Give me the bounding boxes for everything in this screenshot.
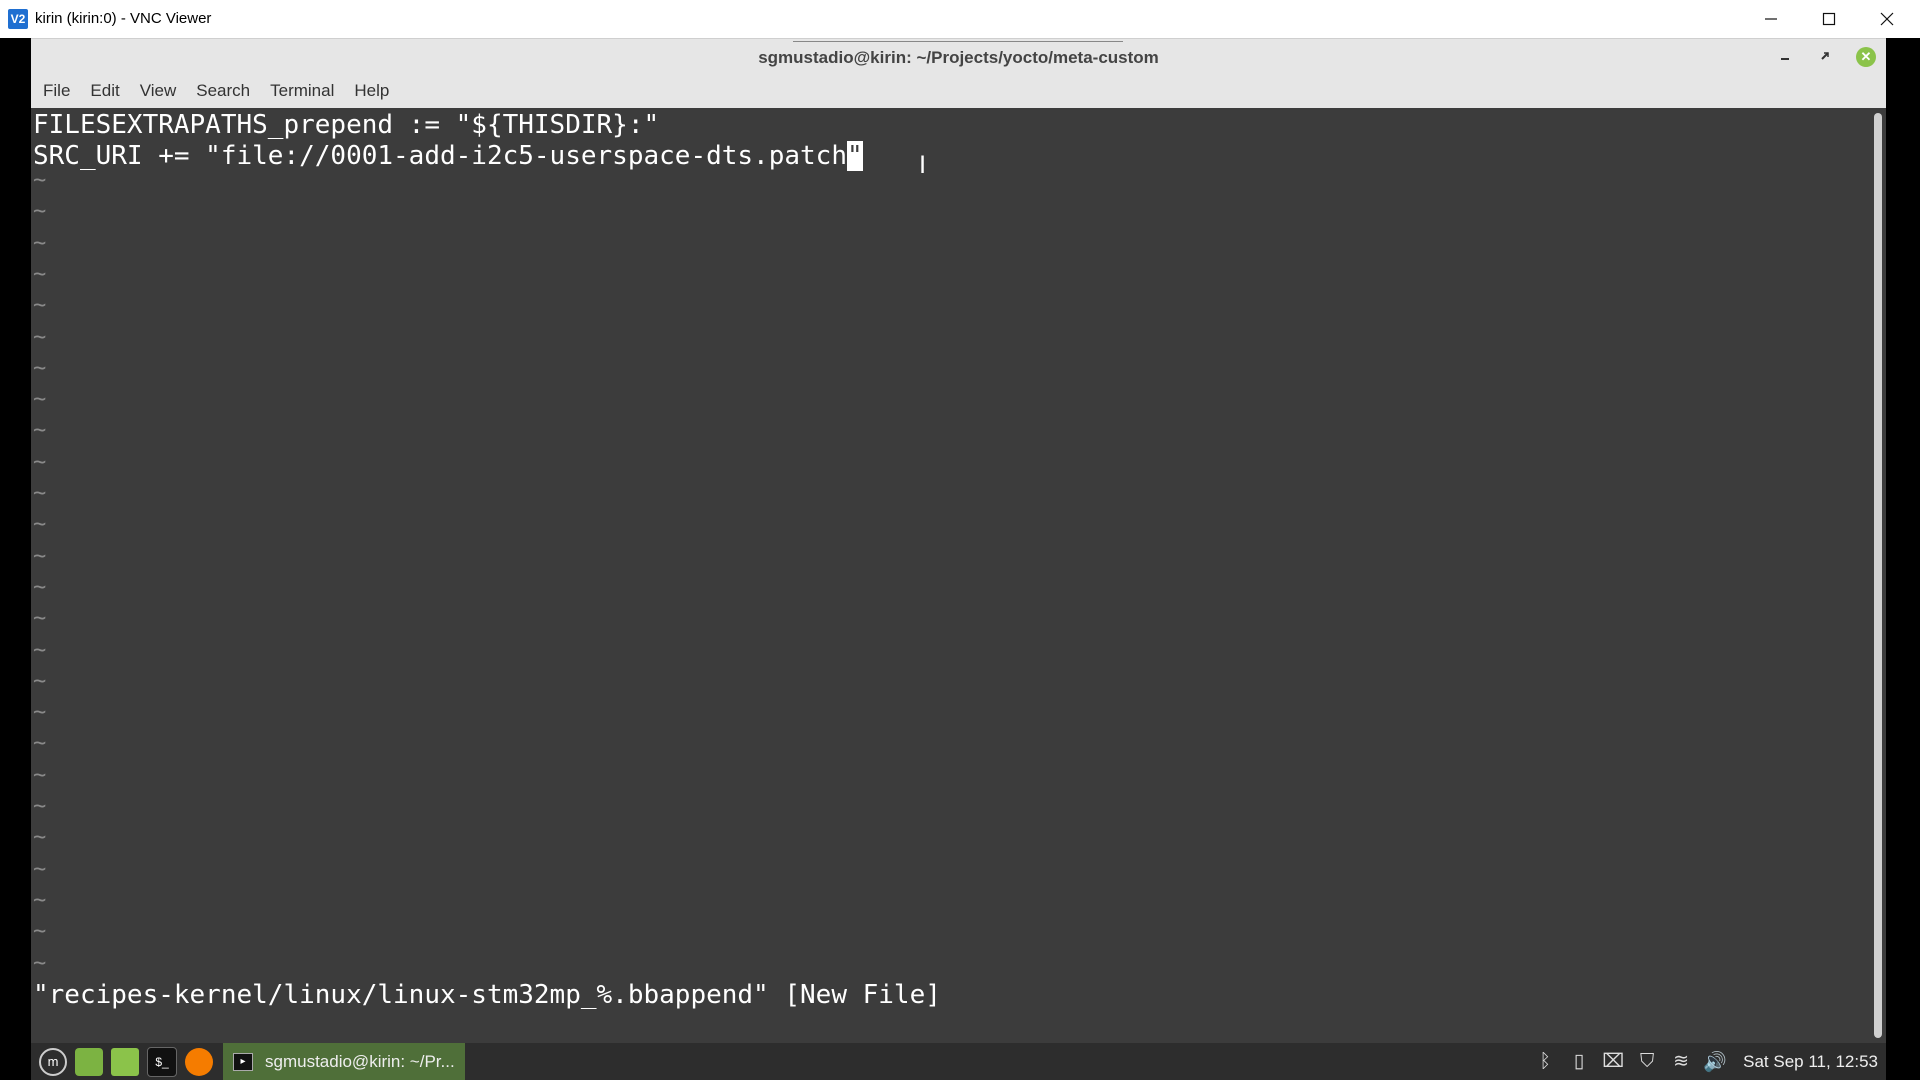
terminal-scrollbar[interactable] [1869, 108, 1886, 1043]
vnc-logo-icon: V2 [8, 9, 28, 29]
terminal-minimize-button[interactable] [1775, 48, 1795, 66]
terminal-content[interactable]: FILESEXTRAPATHS_prepend := "${THISDIR}:"… [31, 108, 1869, 1043]
close-button[interactable] [1858, 0, 1916, 38]
empty-line-tilde: ~ [33, 355, 47, 381]
terminal-title-bar: sgmustadio@kirin: ~/Projects/yocto/meta-… [31, 38, 1886, 75]
empty-line-tilde: ~ [33, 449, 47, 475]
menu-terminal[interactable]: Terminal [270, 81, 334, 101]
ibeam-cursor-icon: I [919, 151, 927, 179]
close-icon [1880, 12, 1894, 26]
empty-line-tilde: ~ [33, 825, 47, 851]
empty-line-tilde: ~ [33, 387, 47, 413]
vnc-title-bar: V2 kirin (kirin:0) - VNC Viewer [0, 0, 1920, 39]
terminal-icon: ▸ [233, 1052, 253, 1071]
empty-line-tilde: ~ [33, 418, 47, 444]
taskbar: m $_ ▸ sgmustadio@kirin: ~/Pr... ᛒ ▯ ⌧ ⛉… [31, 1043, 1886, 1080]
empty-line-tilde: ~ [33, 731, 47, 757]
scrollbar-thumb[interactable] [1874, 113, 1882, 1038]
text-cursor: " [846, 141, 863, 171]
empty-line-tilde: ~ [33, 637, 47, 663]
empty-line-tilde: ~ [33, 762, 47, 788]
editor-line-2: SRC_URI += "file://0001-add-i2c5-userspa… [33, 141, 863, 171]
restore-icon [1821, 52, 1829, 60]
taskbar-task-label: sgmustadio@kirin: ~/Pr... [265, 1051, 455, 1071]
menu-edit[interactable]: Edit [90, 81, 119, 101]
bluetooth-icon[interactable]: ᛒ [1531, 1051, 1559, 1073]
empty-line-tilde: ~ [33, 230, 47, 256]
terminal-title: sgmustadio@kirin: ~/Projects/yocto/meta-… [758, 48, 1159, 67]
empty-line-tilde: ~ [33, 543, 47, 569]
empty-line-tilde: ~ [33, 574, 47, 600]
empty-line-tilde: ~ [33, 481, 47, 506]
empty-line-tilde: ~ [33, 668, 47, 694]
update-icon[interactable]: ⌧ [1599, 1050, 1627, 1073]
minimize-icon [1765, 18, 1777, 20]
empty-line-tilde: ~ [33, 950, 47, 976]
files-icon[interactable] [111, 1047, 139, 1076]
system-tray: ᛒ ▯ ⌧ ⛉ ≋ 🔊 Sat Sep 11, 12:53 [1525, 1043, 1878, 1080]
menu-search[interactable]: Search [196, 81, 250, 101]
empty-line-tilde: ~ [33, 199, 47, 225]
empty-line-tilde: ~ [33, 606, 47, 632]
empty-line-tilde: ~ [33, 794, 47, 819]
firefox-icon[interactable] [185, 1047, 213, 1076]
menu-file[interactable]: File [43, 81, 70, 101]
clipboard-icon[interactable]: ▯ [1565, 1050, 1593, 1073]
empty-line-tilde: ~ [33, 261, 47, 287]
wifi-icon[interactable]: ≋ [1667, 1050, 1695, 1073]
menu-icon[interactable]: m [39, 1047, 67, 1076]
vim-status-line: "recipes-kernel/linux/linux-stm32mp_%.bb… [33, 980, 941, 1010]
empty-line-tilde: ~ [33, 919, 47, 945]
left-border [0, 38, 31, 1080]
maximize-icon [1822, 12, 1836, 26]
editor-line-2-text: SRC_URI += "file://0001-add-i2c5-userspa… [33, 141, 847, 171]
desktop-icon[interactable] [75, 1047, 103, 1076]
empty-line-tilde: ~ [33, 700, 47, 726]
window-edge [793, 38, 1123, 42]
minimize-button[interactable] [1742, 0, 1800, 38]
editor-line-1: FILESEXTRAPATHS_prepend := "${THISDIR}:" [33, 110, 660, 140]
clock[interactable]: Sat Sep 11, 12:53 [1743, 1052, 1878, 1072]
minimize-icon [1781, 58, 1789, 60]
shield-icon[interactable]: ⛉ [1633, 1051, 1661, 1073]
close-icon: ✕ [1860, 49, 1872, 64]
empty-line-tilde: ~ [33, 324, 47, 350]
right-border [1886, 38, 1920, 1080]
menu-help[interactable]: Help [354, 81, 389, 101]
taskbar-terminal-task[interactable]: ▸ sgmustadio@kirin: ~/Pr... [223, 1043, 465, 1080]
empty-line-tilde: ~ [33, 168, 47, 193]
volume-icon[interactable]: 🔊 [1701, 1050, 1729, 1074]
terminal-menu-bar: File Edit View Search Terminal Help [31, 74, 1886, 108]
empty-line-tilde: ~ [33, 856, 47, 882]
maximize-button[interactable] [1800, 0, 1858, 38]
empty-line-tilde: ~ [33, 887, 47, 913]
terminal-close-button[interactable]: ✕ [1856, 47, 1876, 67]
menu-view[interactable]: View [140, 81, 177, 101]
vnc-window-title: kirin (kirin:0) - VNC Viewer [35, 10, 212, 27]
empty-line-tilde: ~ [33, 512, 47, 538]
terminal-maximize-button[interactable] [1815, 48, 1835, 66]
empty-line-tilde: ~ [33, 293, 47, 319]
terminal-icon[interactable]: $_ [147, 1046, 177, 1077]
